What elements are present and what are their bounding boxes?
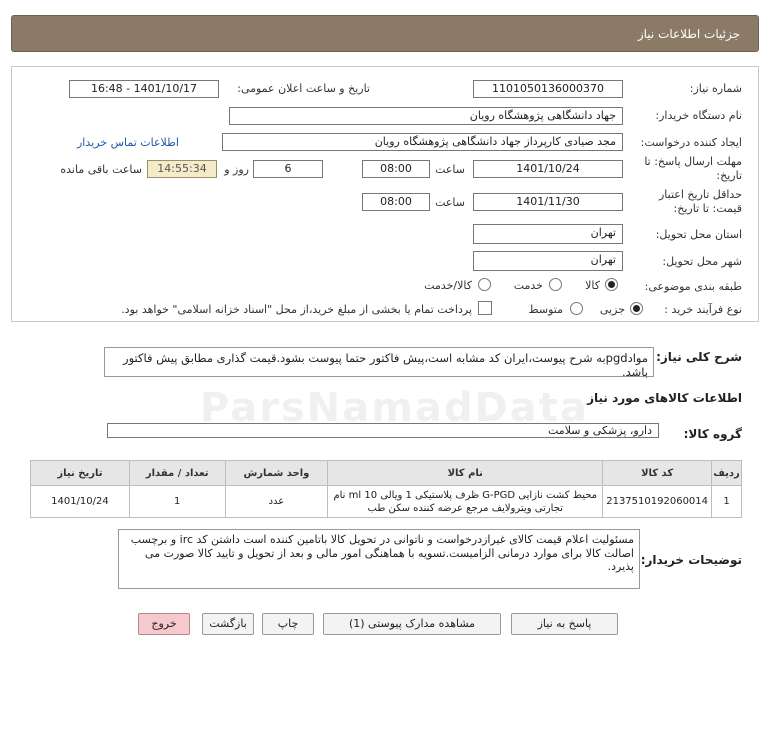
validity-label: حداقل تاریخ اعتبار [658,188,742,201]
table-row: 1 2137510192060014 محیط کشت نازایی G-PGD… [30,485,742,518]
city-label: شهر محل تحویل: [662,255,742,268]
cell-name: محیط کشت نازایی G-PGD ظرف پلاستیکی 1 ویا… [327,485,604,518]
buyer-notes-label: توضیحات خریدار: [640,553,742,567]
col-code: کد کالا [602,460,713,486]
col-qty: تعداد / مقدار [128,460,226,486]
col-unit: واحد شمارش [224,460,329,486]
page-title: جزئیات اطلاعات نیاز [11,15,759,52]
col-date: تاریخ نیاز [30,460,130,486]
summary-text: موادpgdبه شرح پیوست،ایران کد مشابه است،پ… [104,347,654,379]
category-label: طبقه بندی موضوعی: [644,280,742,293]
city-field: تهران [473,251,623,271]
deadline-time-label: ساعت [435,163,465,176]
back-button[interactable]: بازگشت [202,613,254,635]
deadline-date-field: 1401/10/24 [473,160,623,178]
deadline-time-field: 08:00 [362,160,430,178]
need-number-label: شماره نیاز: [689,82,742,95]
validity-label-date: قیمت: تا تاریخ: [673,202,742,215]
col-row: ردیف [711,460,742,486]
process-option-minor: جزیی [599,303,625,316]
cell-date: 1401/10/24 [30,485,130,518]
process-radio-minor[interactable] [630,302,643,315]
remaining-time-field: 14:55:34 [147,160,217,178]
category-option-goods: کالا [585,279,600,292]
cell-unit: عدد [224,485,329,518]
validity-time-field: 08:00 [362,193,430,211]
province-field: تهران [473,224,623,244]
goods-group-label: گروه کالا: [683,427,742,441]
goods-section-title: اطلاعات کالاهای مورد نیاز [587,391,742,405]
col-name: نام کالا [327,460,604,486]
remaining-label: ساعت باقی مانده [60,163,142,176]
print-button[interactable]: چاپ [262,613,314,635]
deadline-label: مهلت ارسال پاسخ: تا [644,155,742,168]
deadline-label-date: تاریخ: [716,169,742,182]
cell-code: 2137510192060014 [602,485,713,518]
need-number-field: 1101050136000370 [473,80,623,98]
reply-button[interactable]: پاسخ به نیاز [511,613,618,635]
announce-label: تاریخ و ساعت اعلان عمومی: [237,82,370,95]
province-label: استان محل تحویل: [655,228,742,241]
days-field: 6 [253,160,323,178]
view-attachments-button[interactable]: مشاهده مدارک پیوستی (1) [323,613,501,635]
announce-field: 1401/10/17 - 16:48 [69,80,219,98]
goods-group-field: دارو، پزشکی و سلامت [107,423,659,438]
requester-field: مجد صیادی کارپرداز جهاد دانشگاهی پژوهشگا… [222,133,623,151]
category-radio-goods[interactable] [605,278,618,291]
process-label: نوع فرآیند خرید : [664,303,742,316]
summary-label: شرح کلی نیاز: [656,350,742,364]
category-radio-both[interactable] [478,278,491,291]
category-option-service: خدمت [513,279,543,292]
category-option-both: کالا/خدمت [424,279,472,292]
goods-table-header: ردیف کد کالا نام کالا واحد شمارش تعداد /… [30,460,742,486]
process-option-medium: متوسط [528,303,563,316]
treasury-payment-checkbox[interactable] [478,301,492,315]
days-label: روز و [224,163,249,176]
contact-info-link[interactable]: اطلاعات تماس خریدار [77,136,179,149]
validity-date-field: 1401/11/30 [473,193,623,211]
goods-table: ردیف کد کالا نام کالا واحد شمارش تعداد /… [30,460,742,518]
validity-time-label: ساعت [435,196,465,209]
treasury-payment-note: پرداخت تمام یا بخشی از مبلغ خرید،از محل … [121,303,472,316]
exit-button[interactable]: خروج [138,613,190,635]
process-radio-medium[interactable] [570,302,583,315]
requester-label: ایجاد کننده درخواست: [640,136,742,149]
cell-row: 1 [711,485,742,518]
buyer-org-field: جهاد دانشگاهی پژوهشگاه رویان [229,107,623,125]
buyer-org-label: نام دستگاه خریدار: [655,109,742,122]
buyer-notes-text: مسئولیت اعلام قیمت کالای غیرازدرخواست و … [118,529,640,589]
cell-qty: 1 [128,485,226,518]
category-radio-service[interactable] [549,278,562,291]
